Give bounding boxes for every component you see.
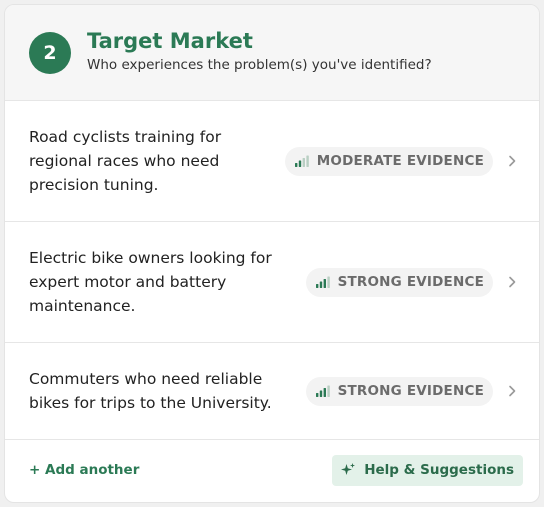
help-suggestions-button[interactable]: Help & Suggestions <box>332 454 523 486</box>
target-market-item[interactable]: Commuters who need reliable bikes for tr… <box>5 343 539 440</box>
target-market-card: 2 Target Market Who experiences the prob… <box>4 4 540 503</box>
chevron-right-icon[interactable] <box>507 155 517 167</box>
evidence-badge: STRONG EVIDENCE <box>305 267 493 297</box>
section-title: Target Market <box>87 29 253 53</box>
signal-strength-icon <box>315 385 330 397</box>
evidence-badge: STRONG EVIDENCE <box>305 376 493 406</box>
target-market-item[interactable]: Electric bike owners looking for expert … <box>5 222 539 343</box>
chevron-right-icon[interactable] <box>507 385 517 397</box>
signal-strength-icon <box>315 276 330 288</box>
card-header: 2 Target Market Who experiences the prob… <box>5 5 539 101</box>
card-footer: + Add another Help & Suggestions <box>5 438 539 502</box>
item-text: Electric bike owners looking for expert … <box>29 249 272 315</box>
add-another-link[interactable]: + Add another <box>29 462 139 478</box>
evidence-label: MODERATE EVIDENCE <box>316 153 484 169</box>
header-text: Target Market Who experiences the proble… <box>87 28 432 75</box>
evidence-badge: MODERATE EVIDENCE <box>284 146 493 176</box>
step-number-badge: 2 <box>29 31 71 74</box>
signal-strength-icon <box>294 155 309 167</box>
section-subtitle: Who experiences the problem(s) you've id… <box>87 57 432 73</box>
target-market-item[interactable]: Road cyclists training for regional race… <box>5 101 539 222</box>
sparkle-icon <box>341 463 356 475</box>
chevron-right-icon[interactable] <box>507 276 517 288</box>
item-text: Commuters who need reliable bikes for tr… <box>29 370 272 412</box>
evidence-label: STRONG EVIDENCE <box>337 383 484 399</box>
item-text: Road cyclists training for regional race… <box>29 128 222 194</box>
evidence-label: STRONG EVIDENCE <box>337 274 484 290</box>
help-suggestions-label: Help & Suggestions <box>364 462 514 478</box>
